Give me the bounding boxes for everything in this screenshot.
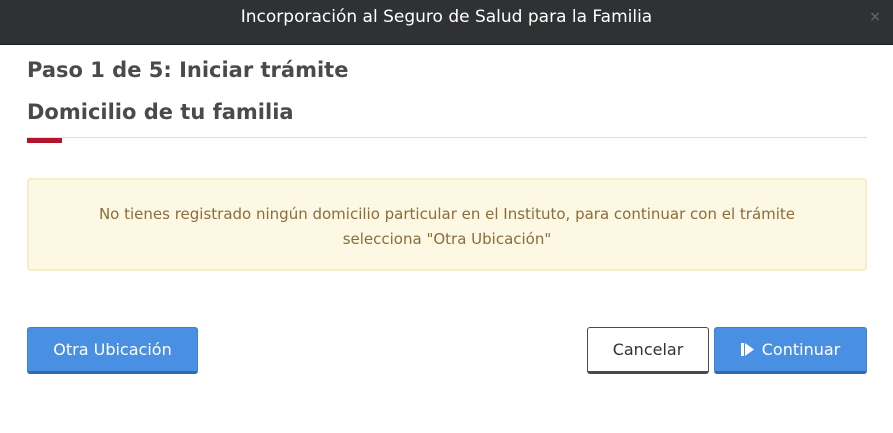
cancel-button[interactable]: Cancelar [587,327,709,374]
dialog-titlebar: Incorporación al Seguro de Salud para la… [0,0,893,45]
step-forward-icon [740,343,754,356]
modal-dialog: Incorporación al Seguro de Salud para la… [0,0,893,433]
close-icon[interactable]: × [869,9,881,25]
cancel-label: Cancelar [612,340,684,359]
step-title: Paso 1 de 5: Iniciar trámite [27,58,349,82]
dialog-title: Incorporación al Seguro de Salud para la… [240,7,653,27]
warning-alert: No tienes registrado ningún domicilio pa… [27,178,867,271]
continue-label: Continuar [761,340,841,359]
section-divider [27,137,867,138]
other-location-button[interactable]: Otra Ubicación [27,327,198,374]
section-accent-bar [27,138,62,143]
continue-button[interactable]: Continuar [714,327,867,374]
alert-message: No tienes registrado ningún domicilio pa… [98,205,796,248]
other-location-label: Otra Ubicación [53,340,172,359]
section-title: Domicilio de tu familia [27,100,294,124]
